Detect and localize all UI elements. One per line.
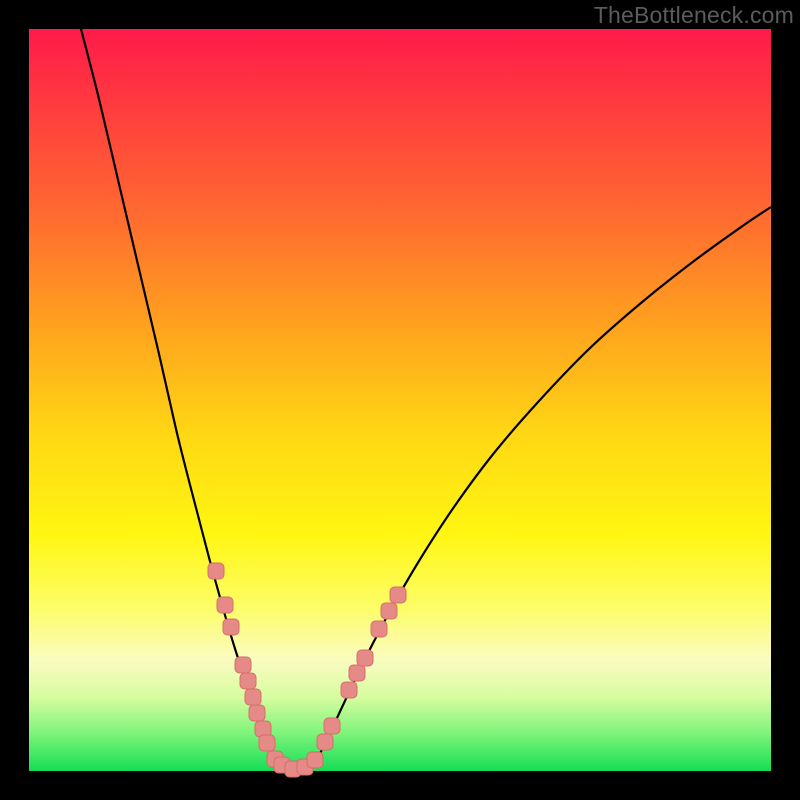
- data-marker: [223, 619, 239, 635]
- data-marker: [240, 673, 256, 689]
- data-marker: [341, 682, 357, 698]
- data-marker: [381, 603, 397, 619]
- data-marker: [349, 665, 365, 681]
- data-marker: [259, 735, 275, 751]
- data-markers: [208, 563, 406, 777]
- chart-frame: [29, 29, 771, 771]
- data-marker: [371, 621, 387, 637]
- data-marker: [317, 734, 333, 750]
- data-marker: [208, 563, 224, 579]
- watermark-text: TheBottleneck.com: [594, 2, 794, 29]
- data-marker: [390, 587, 406, 603]
- data-marker: [357, 650, 373, 666]
- data-marker: [324, 718, 340, 734]
- data-marker: [245, 689, 261, 705]
- data-marker: [235, 657, 251, 673]
- data-marker: [217, 597, 233, 613]
- data-marker: [249, 705, 265, 721]
- data-marker: [307, 752, 323, 768]
- bottleneck-curve: [81, 29, 771, 770]
- chart-svg: [29, 29, 771, 771]
